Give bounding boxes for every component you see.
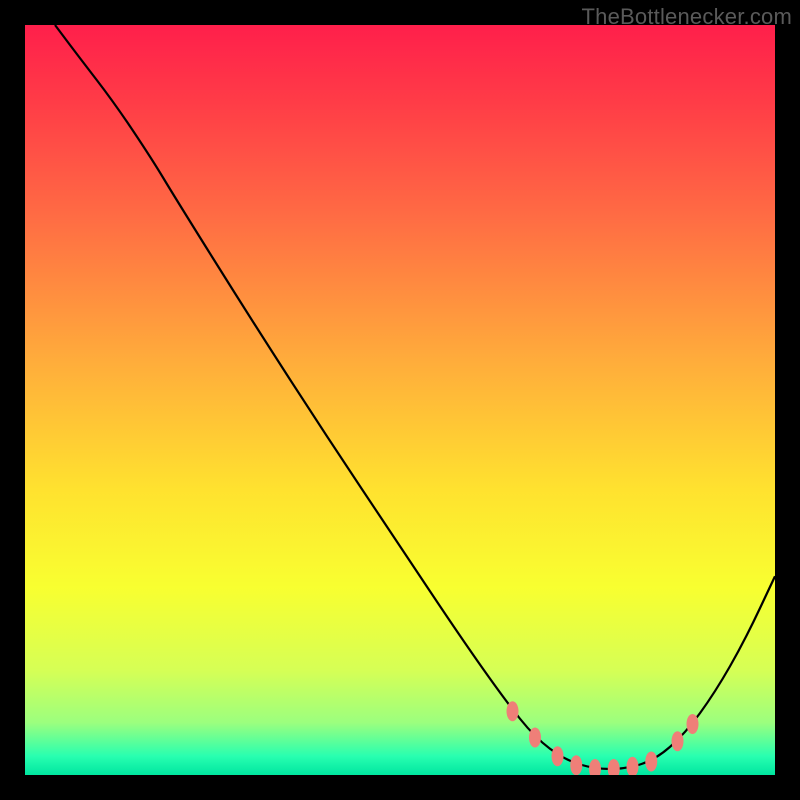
marker-dot: [529, 728, 541, 748]
marker-dot: [645, 752, 657, 772]
marker-dot: [570, 755, 582, 775]
chart-frame: TheBottlenecker.com: [0, 0, 800, 800]
bottleneck-plot: [25, 25, 775, 775]
marker-dot: [672, 731, 684, 751]
marker-dot: [687, 714, 699, 734]
marker-dot: [507, 701, 519, 721]
watermark-text: TheBottlenecker.com: [582, 4, 792, 30]
marker-dot: [552, 746, 564, 766]
